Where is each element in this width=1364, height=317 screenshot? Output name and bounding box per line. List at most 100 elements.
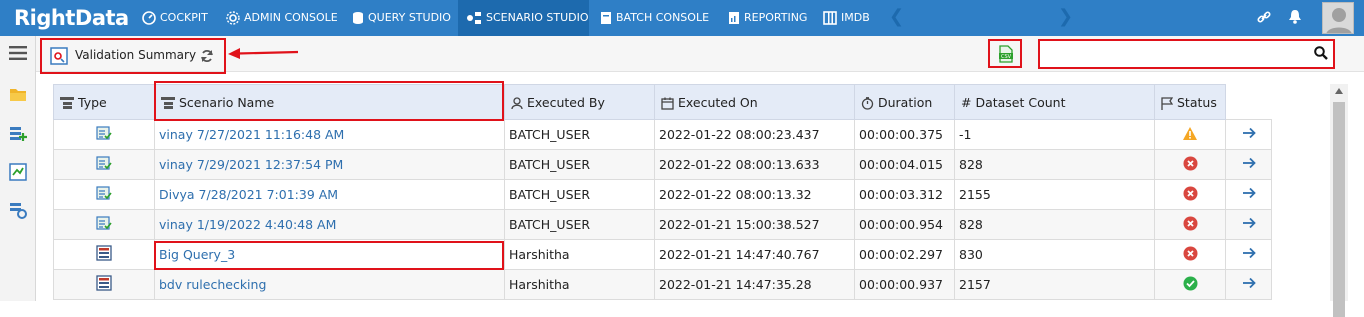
table-row[interactable]: bdv rulechecking Harshitha 2022-01-21 14:4… — [53, 269, 1272, 300]
row-dataset-count: -1 — [954, 119, 1155, 150]
add-scenario-icon[interactable] — [9, 125, 27, 143]
scenario-settings-icon[interactable] — [9, 201, 27, 219]
validation-icon — [96, 216, 112, 230]
table-row[interactable]: Divya 7/28/2021 7:01:39 AM BATCH_USER 2022… — [53, 179, 1272, 210]
open-details-arrow-icon[interactable] — [1242, 277, 1256, 289]
row-dataset-count: 2157 — [954, 269, 1155, 300]
row-status — [1154, 119, 1226, 150]
row-action[interactable] — [1225, 119, 1272, 150]
row-dataset-count: 2155 — [954, 179, 1155, 210]
row-scenario-name[interactable]: vinay 7/27/2021 11:16:48 AM — [154, 119, 505, 150]
table-row[interactable]: vinay 7/27/2021 11:16:48 AM BATCH_USER 202… — [53, 119, 1272, 150]
row-action[interactable] — [1225, 239, 1272, 270]
batch-icon — [601, 12, 611, 24]
row-action[interactable] — [1225, 149, 1272, 180]
row-duration: 00:00:00.954 — [854, 209, 955, 240]
row-executed-on: 2022-01-21 14:47:40.767 — [654, 239, 855, 270]
row-type-cell — [53, 179, 155, 210]
column-executed-on[interactable]: Executed On — [654, 84, 855, 120]
row-action[interactable] — [1225, 269, 1272, 300]
big-query-row-highlight — [154, 241, 504, 270]
open-details-arrow-icon[interactable] — [1242, 247, 1256, 259]
table-row[interactable]: vinay 7/29/2021 12:37:54 PM BATCH_USER 202… — [53, 149, 1272, 180]
type-column-icon — [60, 97, 74, 109]
user-column-icon — [511, 96, 523, 109]
row-executed-on: 2022-01-21 15:00:38.527 — [654, 209, 855, 240]
vertical-scrollbar[interactable] — [1330, 84, 1348, 317]
link-icon[interactable] — [1256, 9, 1272, 25]
row-executed-by: BATCH_USER — [504, 119, 655, 150]
validation-summary-icon[interactable] — [9, 163, 27, 181]
page-title: Validation Summary — [75, 48, 197, 62]
open-details-arrow-icon[interactable] — [1242, 217, 1256, 229]
bell-icon[interactable] — [1288, 9, 1302, 25]
left-rail — [0, 36, 36, 301]
row-executed-by: BATCH_USER — [504, 209, 655, 240]
nav-scenario-studio[interactable]: SCENARIO STUDIO — [458, 0, 589, 36]
brand-logo[interactable]: RightData — [14, 4, 129, 32]
row-scenario-name[interactable]: vinay 1/19/2022 4:40:48 AM — [154, 209, 505, 240]
scenario-icon — [467, 12, 481, 24]
search-input[interactable] — [1044, 45, 1304, 63]
row-duration: 00:00:04.015 — [854, 149, 955, 180]
row-scenario-name[interactable]: vinay 7/29/2021 12:37:54 PM — [154, 149, 505, 180]
csv-export-icon[interactable]: CSV — [998, 45, 1014, 63]
failed-icon — [1183, 216, 1197, 230]
column-action — [1225, 84, 1272, 120]
open-details-arrow-icon[interactable] — [1242, 157, 1256, 169]
nav-scroll-right-icon[interactable]: ❯ — [1058, 6, 1073, 27]
flag-icon — [1161, 96, 1173, 110]
failed-icon — [1183, 246, 1197, 260]
row-scenario-name[interactable]: bdv rulechecking — [154, 269, 505, 300]
refresh-icon[interactable] — [200, 49, 214, 63]
nav-cockpit[interactable]: COCKPIT — [142, 0, 222, 36]
row-executed-on: 2022-01-22 08:00:13.32 — [654, 179, 855, 210]
search-icon[interactable] — [1314, 46, 1328, 60]
row-executed-by: Harshitha — [504, 269, 655, 300]
column-duration[interactable]: Duration — [854, 84, 955, 120]
row-dataset-count: 828 — [954, 209, 1155, 240]
nav-reporting[interactable]: REPORTING — [728, 0, 813, 36]
row-action[interactable] — [1225, 179, 1272, 210]
passed-icon — [1183, 276, 1197, 290]
csv-export-highlight: CSV — [988, 39, 1022, 68]
calendar-icon — [661, 97, 674, 110]
column-dataset-count[interactable]: # Dataset Count — [954, 84, 1155, 120]
row-status — [1154, 209, 1226, 240]
gear-icon — [226, 11, 240, 25]
row-status — [1154, 179, 1226, 210]
cockpit-icon — [142, 11, 156, 25]
row-executed-by: Harshitha — [504, 239, 655, 270]
nav-scroll-left-icon[interactable]: ❮ — [889, 6, 904, 27]
folder-icon[interactable] — [9, 86, 27, 102]
validation-icon — [96, 126, 112, 140]
open-details-arrow-icon[interactable] — [1242, 187, 1256, 199]
scenario-name-header-highlight — [154, 81, 504, 121]
column-type[interactable]: Type — [53, 84, 155, 120]
row-dataset-count: 830 — [954, 239, 1155, 270]
row-status — [1154, 149, 1226, 180]
validation-summary-title-highlight: Validation Summary — [40, 38, 226, 74]
row-scenario-name[interactable]: Divya 7/28/2021 7:01:39 AM — [154, 179, 505, 210]
row-duration: 00:00:03.312 — [854, 179, 955, 210]
validation-icon — [96, 156, 112, 170]
row-duration: 00:00:00.937 — [854, 269, 955, 300]
failed-icon — [1183, 156, 1197, 170]
nav-imdb[interactable]: IMDB — [823, 0, 873, 36]
table-row[interactable]: vinay 1/19/2022 4:40:48 AM BATCH_USER 2022… — [53, 209, 1272, 240]
avatar[interactable] — [1322, 2, 1354, 34]
hamburger-menu-icon[interactable] — [9, 46, 27, 60]
scrollbar-thumb[interactable] — [1333, 102, 1345, 317]
row-action[interactable] — [1225, 209, 1272, 240]
nav-admin-console[interactable]: ADMIN CONSOLE — [226, 0, 344, 36]
top-navbar: RightData COCKPIT ADMIN CONSOLE QUERY ST… — [0, 0, 1364, 36]
open-details-arrow-icon[interactable] — [1242, 127, 1256, 139]
nav-query-studio[interactable]: QUERY STUDIO — [352, 0, 452, 36]
nav-batch-console[interactable]: BATCH CONSOLE — [600, 0, 712, 36]
row-duration: 00:00:02.297 — [854, 239, 955, 270]
imdb-icon — [823, 11, 837, 25]
column-executed-by[interactable]: Executed By — [504, 84, 655, 120]
scroll-up-icon[interactable] — [1335, 88, 1343, 94]
column-status[interactable]: Status — [1154, 84, 1226, 120]
row-status — [1154, 269, 1226, 300]
